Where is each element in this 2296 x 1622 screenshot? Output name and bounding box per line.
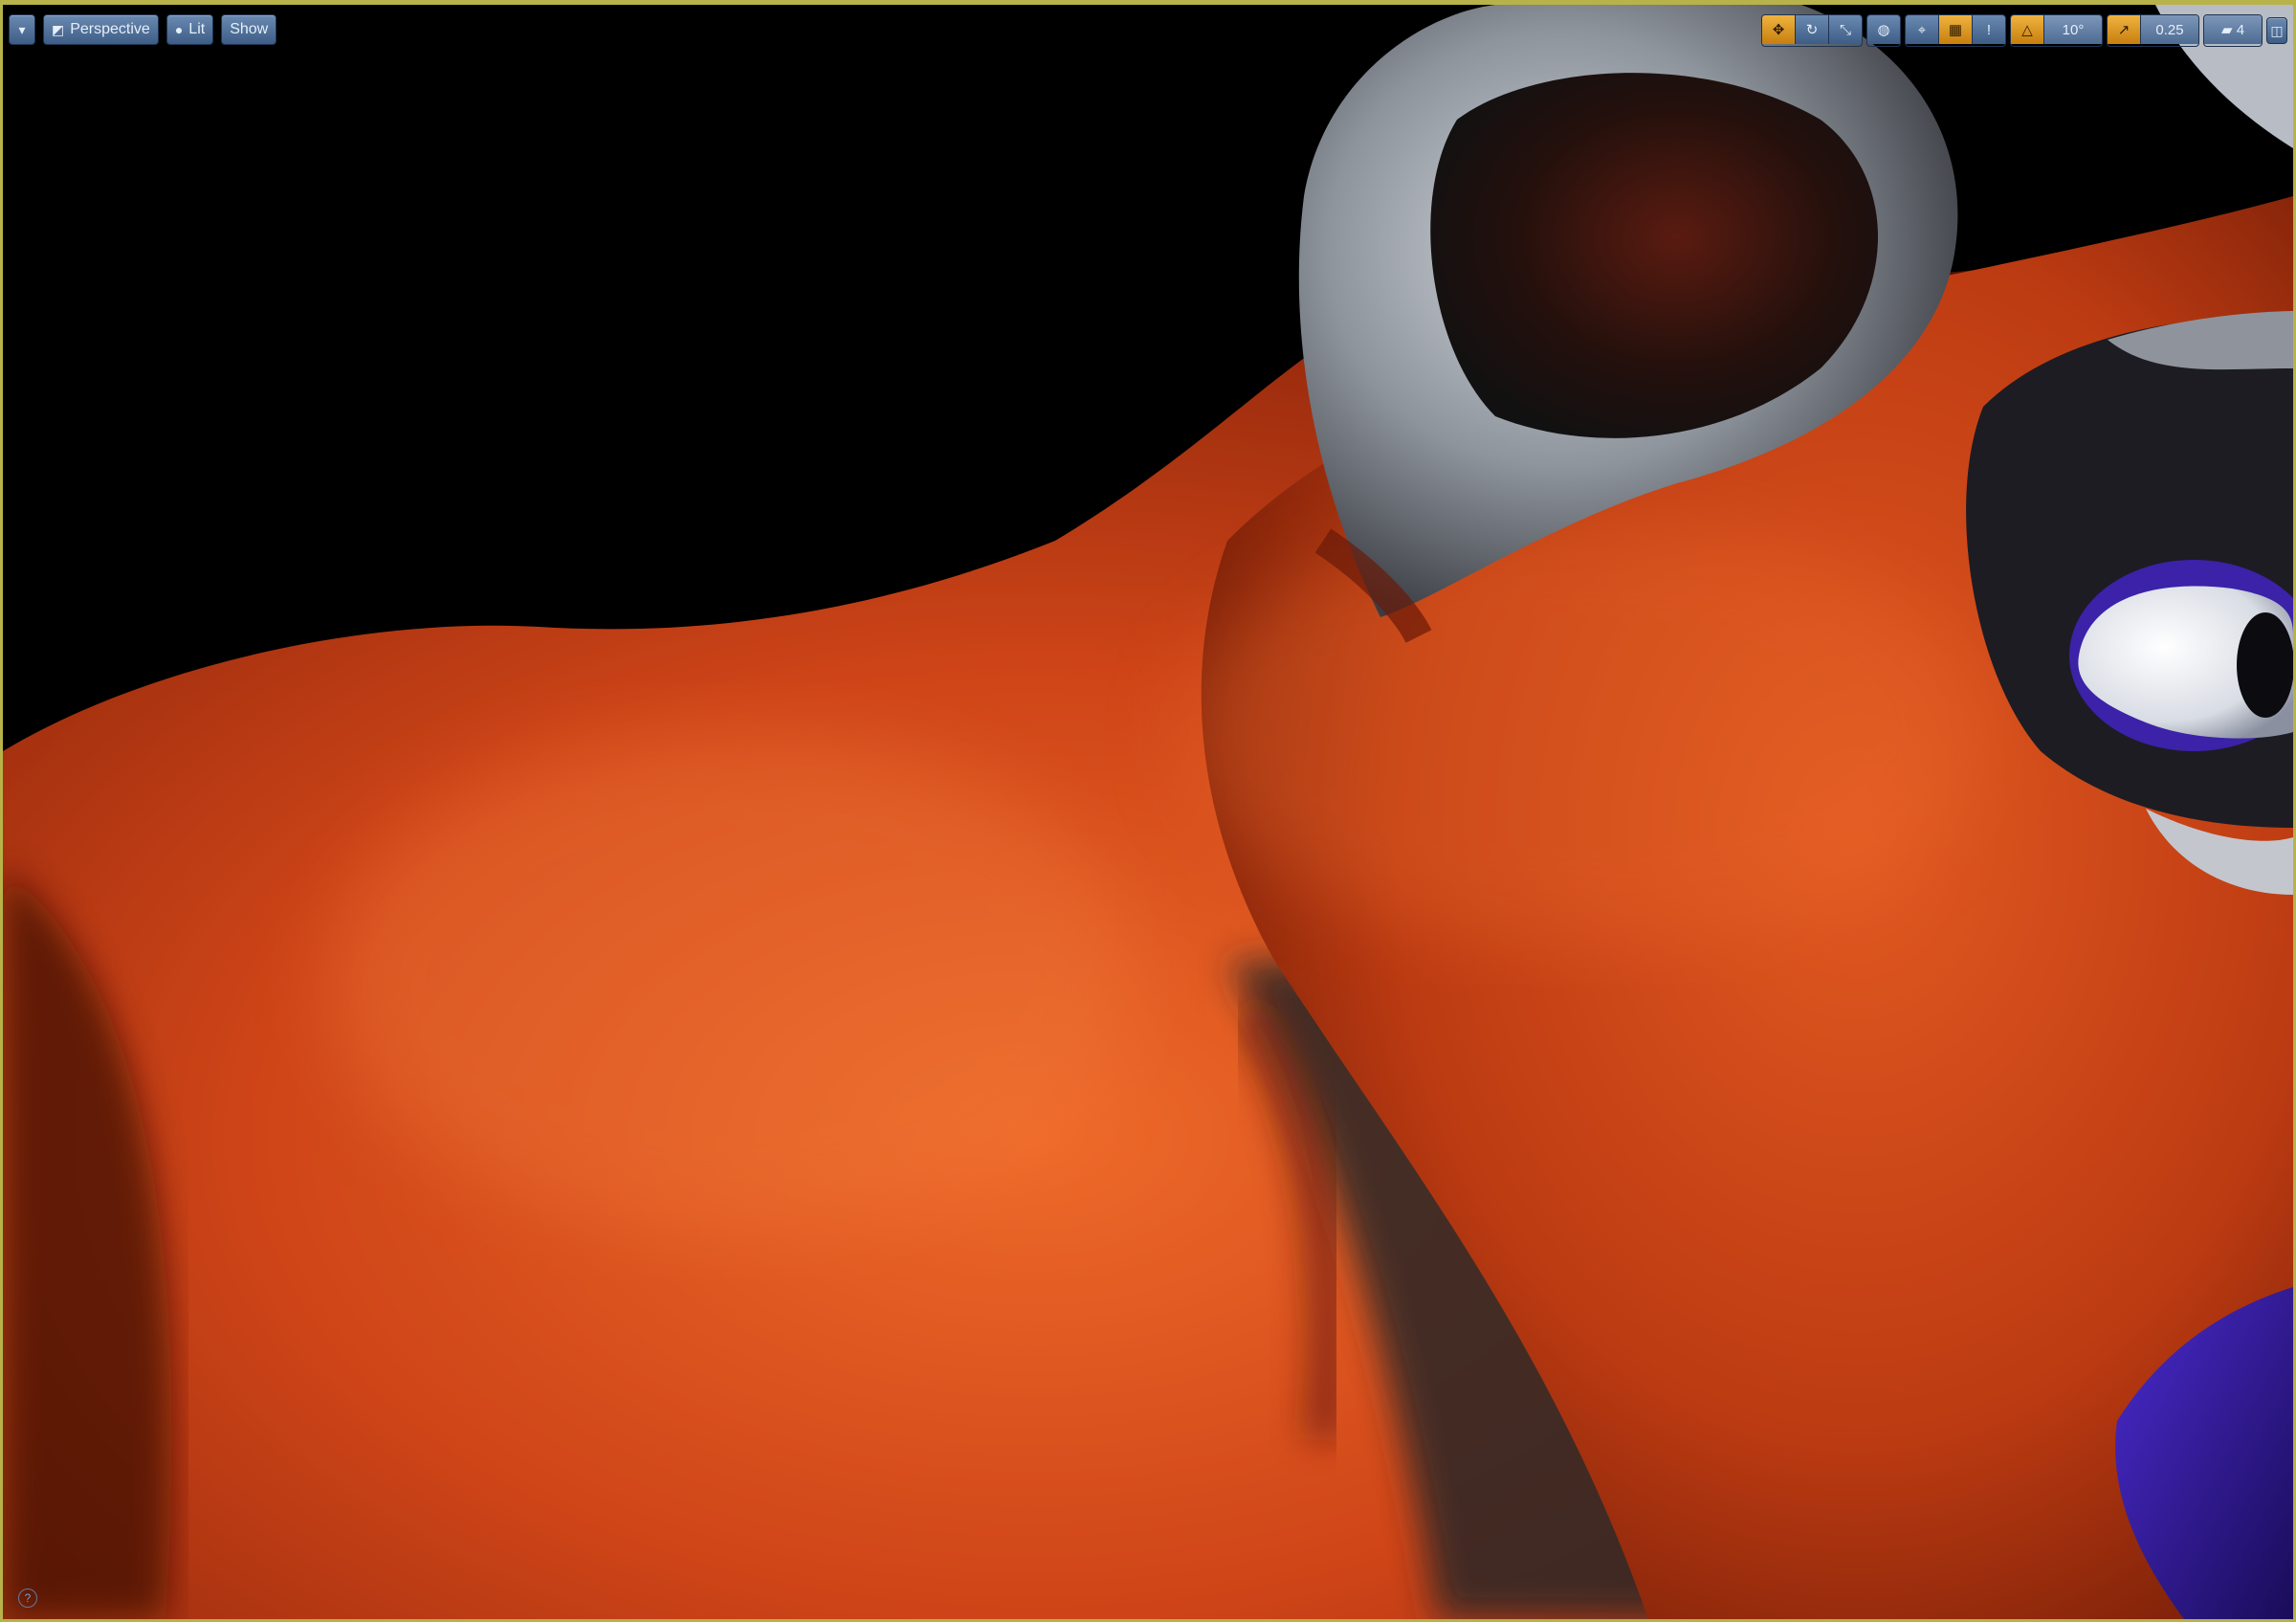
maximize-viewport-button[interactable]: ◫	[2266, 17, 2287, 44]
globe-icon: ◍	[1877, 22, 1890, 38]
surface-snap-button[interactable]: ⌖	[1906, 15, 1939, 44]
move-icon: ✥	[1772, 22, 1785, 38]
rotation-snap-value[interactable]: 10°	[2044, 15, 2102, 44]
view-mode-label: Lit	[188, 21, 206, 37]
rotation-snap-group: △ 10°	[2010, 14, 2103, 47]
eye-pupil	[2237, 612, 2293, 718]
sphere-icon: ●	[174, 22, 184, 37]
camera-speed-value: 4	[2236, 21, 2245, 38]
rotation-snap-toggle[interactable]: △	[2011, 15, 2044, 44]
view-mode-button[interactable]: ● Lit	[166, 14, 214, 45]
scale-snap-icon: ↗	[2117, 22, 2130, 38]
viewport-render[interactable]	[3, 5, 2293, 1619]
transform-mode-group: ✥ ↻ ⤡	[1761, 14, 1863, 47]
viewport-toolbar-left: ▾ ◩ Perspective ● Lit Show	[9, 14, 277, 45]
snap-group: ⌖ ▦ !	[1905, 14, 2006, 47]
exclamation-icon: !	[1986, 21, 1992, 38]
translate-button[interactable]: ✥	[1762, 15, 1796, 44]
grid-snap-button[interactable]: ▦	[1939, 15, 1973, 44]
scale-button[interactable]: ⤡	[1829, 15, 1862, 44]
level-viewport[interactable]: ▾ ◩ Perspective ● Lit Show ✥ ↻ ⤡ ◍ ⌖ ▦ !…	[0, 0, 2296, 1622]
world-local-toggle[interactable]: ◍	[1867, 15, 1900, 44]
perspective-button[interactable]: ◩ Perspective	[43, 14, 159, 45]
rotate-icon: ↻	[1805, 22, 1819, 38]
viewport-options-button[interactable]: ▾	[9, 14, 35, 45]
help-icon[interactable]: ?	[18, 1589, 37, 1608]
warning-button[interactable]: !	[1973, 15, 2005, 44]
coordinate-system-group: ◍	[1866, 14, 1901, 47]
grid-icon: ▦	[1948, 22, 1963, 38]
cube-icon: ◩	[52, 22, 65, 37]
viewport-toolbar-right: ✥ ↻ ⤡ ◍ ⌖ ▦ ! △ 10° ↗ 0.25 ▰ 4 ◫	[1761, 14, 2287, 47]
scale-snap-value[interactable]: 0.25	[2141, 15, 2198, 44]
scale-icon: ⤡	[1839, 21, 1851, 38]
surface-snap-icon: ⌖	[1917, 21, 1927, 38]
camera-icon: ▰	[2220, 22, 2233, 38]
camera-speed-button[interactable]: ▰ 4	[2204, 15, 2262, 44]
maximize-icon: ◫	[2270, 23, 2284, 38]
show-button[interactable]: Show	[221, 14, 277, 45]
show-label: Show	[230, 21, 269, 37]
scale-snap-toggle[interactable]: ↗	[2108, 15, 2141, 44]
rotate-button[interactable]: ↻	[1796, 15, 1829, 44]
perspective-label: Perspective	[70, 21, 150, 37]
angle-icon: △	[2021, 22, 2033, 38]
camera-speed-group: ▰ 4	[2203, 14, 2263, 47]
scale-snap-group: ↗ 0.25	[2107, 14, 2199, 47]
chevron-down-icon: ▾	[18, 22, 26, 37]
